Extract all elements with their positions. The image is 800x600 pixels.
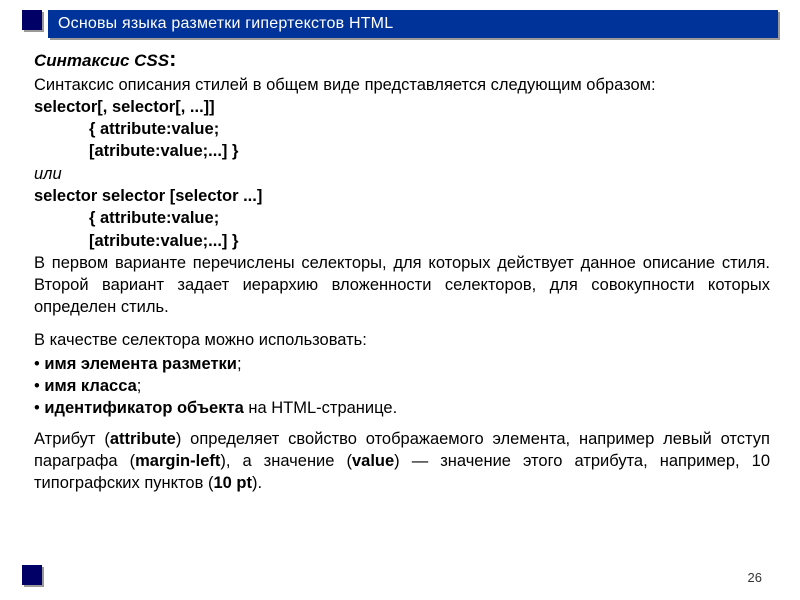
list-item-bold: идентификатор объекта (44, 399, 243, 417)
syntax1-line1: selector[, selector[, ...]] (34, 96, 770, 118)
selector-list: имя элемента разметки; имя класса; идент… (34, 353, 770, 420)
list-item: идентификатор объекта на HTML-странице. (34, 397, 770, 419)
syntax2-line1: selector selector [selector ...] (34, 185, 770, 207)
heading-colon: : (169, 46, 176, 71)
paragraph-variants: В первом варианте перечислены селекторы,… (34, 252, 770, 319)
slide-content: Синтаксис CSS: Синтаксис описания стилей… (34, 44, 770, 494)
intro-text: Синтаксис описания стилей в общем виде п… (34, 74, 770, 96)
page-number: 26 (748, 570, 762, 585)
syntax2-line3: [atribute:value;...] } (34, 230, 770, 252)
selector-intro: В качестве селектора можно использовать: (34, 329, 770, 351)
bold-run: 10 pt (213, 474, 252, 492)
attribute-paragraph: Атрибут (attribute) определяет свойство … (34, 428, 770, 495)
heading-text: Синтаксис CSS (34, 51, 169, 70)
bold-run: value (352, 452, 394, 470)
or-word: или (34, 163, 770, 185)
accent-square-bottom (22, 565, 42, 585)
list-item: имя класса; (34, 375, 770, 397)
list-item: имя элемента разметки; (34, 353, 770, 375)
list-item-tail: на HTML-странице. (244, 399, 397, 417)
bold-run: attribute (110, 430, 176, 448)
syntax1-line2: { attribute:value; (34, 118, 770, 140)
bold-run: margin-left (135, 452, 220, 470)
text-run: ). (252, 474, 262, 492)
title-bar: Основы языка разметки гипертекстов HTML (48, 10, 778, 38)
text-run: ), а значение ( (220, 452, 352, 470)
syntax2-line2: { attribute:value; (34, 207, 770, 229)
text-run: Атрибут ( (34, 430, 110, 448)
list-item-bold: имя элемента разметки (44, 355, 237, 373)
section-heading: Синтаксис CSS: (34, 44, 770, 74)
accent-square-top (22, 10, 42, 30)
slide: Основы языка разметки гипертекстов HTML … (0, 0, 800, 600)
list-item-bold: имя класса (44, 377, 136, 395)
slide-title: Основы языка разметки гипертекстов HTML (58, 15, 393, 33)
syntax1-line3: [atribute:value;...] } (34, 140, 770, 162)
